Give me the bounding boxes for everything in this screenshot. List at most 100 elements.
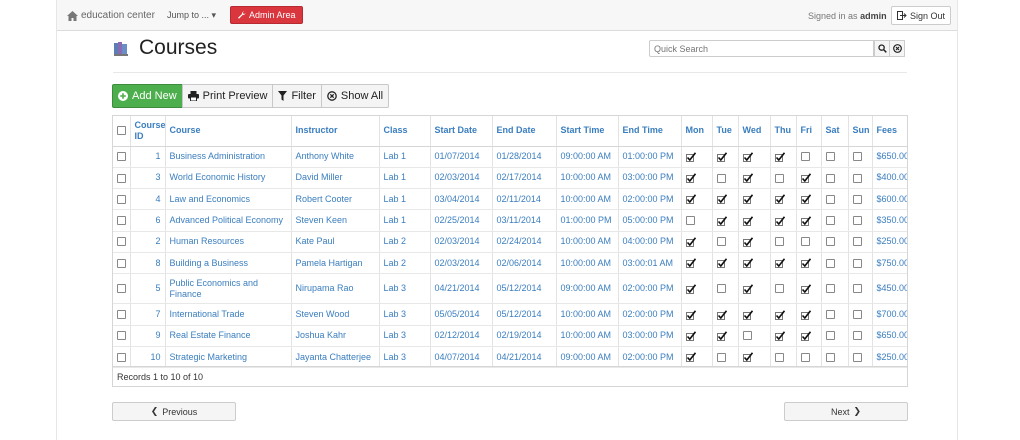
row-checkbox[interactable] <box>117 173 126 183</box>
course-id-cell[interactable]: 7 <box>130 303 166 326</box>
column-header[interactable]: Fees <box>872 116 907 147</box>
table-row[interactable]: 7 International Trade Steven Wood Lab 3 05/0… <box>113 303 907 326</box>
course-id-cell[interactable]: 3 <box>130 167 166 190</box>
table-row[interactable]: 6 Advanced Political Economy Steven Keen La… <box>113 209 907 232</box>
add-new-button[interactable]: Add New <box>112 84 183 108</box>
fees-cell[interactable]: $650.00 <box>872 146 907 168</box>
course-id-cell[interactable]: 8 <box>130 252 166 275</box>
class-cell[interactable]: Lab 1 <box>379 167 431 190</box>
end-time-cell[interactable]: 05:00:00 PM <box>618 209 682 232</box>
course-id-cell[interactable]: 2 <box>130 231 166 253</box>
column-header[interactable]: Class <box>379 116 431 147</box>
course-cell[interactable]: World Economic History <box>165 167 292 190</box>
row-checkbox[interactable] <box>117 352 126 362</box>
column-header[interactable]: Wed <box>738 116 771 147</box>
brand-link[interactable]: education center <box>67 10 155 21</box>
show-all-button[interactable]: Show All <box>320 84 390 108</box>
class-cell[interactable]: Lab 3 <box>379 303 431 326</box>
course-cell[interactable]: Public Economics and Finance <box>165 273 292 305</box>
fees-cell[interactable]: $750.00 <box>872 252 907 275</box>
column-header[interactable]: End Date <box>492 116 557 147</box>
class-cell[interactable]: Lab 3 <box>379 346 431 369</box>
table-row[interactable]: 1 Business Administration Anthony White Lab… <box>113 146 907 168</box>
column-header[interactable]: Mon <box>681 116 713 147</box>
start-time-cell[interactable]: 01:00:00 PM <box>556 209 619 232</box>
start-date-cell[interactable]: 01/07/2014 <box>430 146 493 168</box>
course-cell[interactable]: International Trade <box>165 303 292 326</box>
table-row[interactable]: 4 Law and Economics Robert Cooter Lab 1 03/0… <box>113 188 907 211</box>
start-time-cell[interactable]: 10:00:00 AM <box>556 188 619 211</box>
table-row[interactable]: 3 World Economic History David Miller Lab 1… <box>113 167 907 190</box>
start-time-cell[interactable]: 10:00:00 AM <box>556 303 619 326</box>
start-time-cell[interactable]: 09:00:00 AM <box>556 273 619 305</box>
row-checkbox[interactable] <box>117 331 126 341</box>
row-checkbox[interactable] <box>117 194 126 204</box>
end-time-cell[interactable]: 04:00:00 PM <box>618 231 682 253</box>
column-header[interactable]: Sun <box>848 116 873 147</box>
table-row[interactable]: 2 Human Resources Kate Paul Lab 2 02/03/2014… <box>113 231 907 253</box>
fees-cell[interactable]: $400.00 <box>872 167 907 190</box>
end-date-cell[interactable]: 05/12/2014 <box>492 303 557 326</box>
course-id-cell[interactable]: 10 <box>130 346 166 369</box>
course-cell[interactable]: Advanced Political Economy <box>165 209 292 232</box>
end-time-cell[interactable]: 02:00:00 PM <box>618 346 682 369</box>
end-time-cell[interactable]: 01:00:00 PM <box>618 146 682 168</box>
fees-cell[interactable]: $650.00 <box>872 325 907 347</box>
course-id-cell[interactable]: 4 <box>130 188 166 211</box>
fees-cell[interactable]: $250.00 <box>872 231 907 253</box>
fees-cell[interactable]: $450.00 <box>872 273 907 305</box>
course-id-cell[interactable]: 9 <box>130 325 166 347</box>
start-time-cell[interactable]: 10:00:00 AM <box>556 252 619 275</box>
start-date-cell[interactable]: 02/03/2014 <box>430 167 493 190</box>
start-time-cell[interactable]: 09:00:00 AM <box>556 146 619 168</box>
instructor-cell[interactable]: Steven Keen <box>291 209 380 232</box>
course-id-cell[interactable]: 1 <box>130 146 166 168</box>
course-cell[interactable]: Real Estate Finance <box>165 325 292 347</box>
end-time-cell[interactable]: 02:00:00 PM <box>618 273 682 305</box>
start-time-cell[interactable]: 09:00:00 AM <box>556 346 619 369</box>
instructor-cell[interactable]: David Miller <box>291 167 380 190</box>
column-header[interactable]: Thu <box>770 116 797 147</box>
column-header[interactable]: Start Time <box>556 116 619 147</box>
end-time-cell[interactable]: 03:00:00 PM <box>618 167 682 190</box>
course-cell[interactable]: Business Administration <box>165 146 292 168</box>
jump-to-menu[interactable]: Jump to ... ▾ <box>167 10 216 21</box>
print-preview-button[interactable]: Print Preview <box>181 84 274 108</box>
end-date-cell[interactable]: 02/19/2014 <box>492 325 557 347</box>
course-id-cell[interactable]: 5 <box>130 273 166 305</box>
end-date-cell[interactable]: 03/11/2014 <box>492 209 557 232</box>
row-checkbox[interactable] <box>117 310 126 320</box>
start-date-cell[interactable]: 02/25/2014 <box>430 209 493 232</box>
column-header[interactable]: Tue <box>712 116 739 147</box>
end-time-cell[interactable]: 02:00:00 PM <box>618 188 682 211</box>
end-date-cell[interactable]: 04/21/2014 <box>492 346 557 369</box>
course-cell[interactable]: Law and Economics <box>165 188 292 211</box>
clear-search-button[interactable] <box>889 40 905 57</box>
start-date-cell[interactable]: 04/21/2014 <box>430 273 493 305</box>
row-checkbox[interactable] <box>117 258 126 268</box>
end-date-cell[interactable]: 02/24/2014 <box>492 231 557 253</box>
start-time-cell[interactable]: 10:00:00 AM <box>556 231 619 253</box>
instructor-cell[interactable]: Anthony White <box>291 146 380 168</box>
column-header[interactable]: Course ID <box>130 116 166 147</box>
instructor-cell[interactable]: Jayanta Chatterjee <box>291 346 380 369</box>
fees-cell[interactable]: $700.00 <box>872 303 907 326</box>
end-time-cell[interactable]: 03:00:01 AM <box>618 252 682 275</box>
table-row[interactable]: 9 Real Estate Finance Joshua Kahr Lab 3 02/1… <box>113 325 907 347</box>
class-cell[interactable]: Lab 1 <box>379 209 431 232</box>
row-checkbox[interactable] <box>117 237 126 247</box>
class-cell[interactable]: Lab 2 <box>379 231 431 253</box>
start-date-cell[interactable]: 04/07/2014 <box>430 346 493 369</box>
admin-area-button[interactable]: Admin Area <box>230 6 303 24</box>
previous-button[interactable]: ❮ Previous <box>112 402 236 421</box>
fees-cell[interactable]: $600.00 <box>872 188 907 211</box>
instructor-cell[interactable]: Pamela Hartigan <box>291 252 380 275</box>
end-date-cell[interactable]: 02/11/2014 <box>492 188 557 211</box>
class-cell[interactable]: Lab 2 <box>379 252 431 275</box>
instructor-cell[interactable]: Kate Paul <box>291 231 380 253</box>
column-header[interactable]: Instructor <box>291 116 380 147</box>
row-checkbox[interactable] <box>117 216 126 226</box>
instructor-cell[interactable]: Joshua Kahr <box>291 325 380 347</box>
end-date-cell[interactable]: 01/28/2014 <box>492 146 557 168</box>
end-time-cell[interactable]: 03:00:00 PM <box>618 325 682 347</box>
